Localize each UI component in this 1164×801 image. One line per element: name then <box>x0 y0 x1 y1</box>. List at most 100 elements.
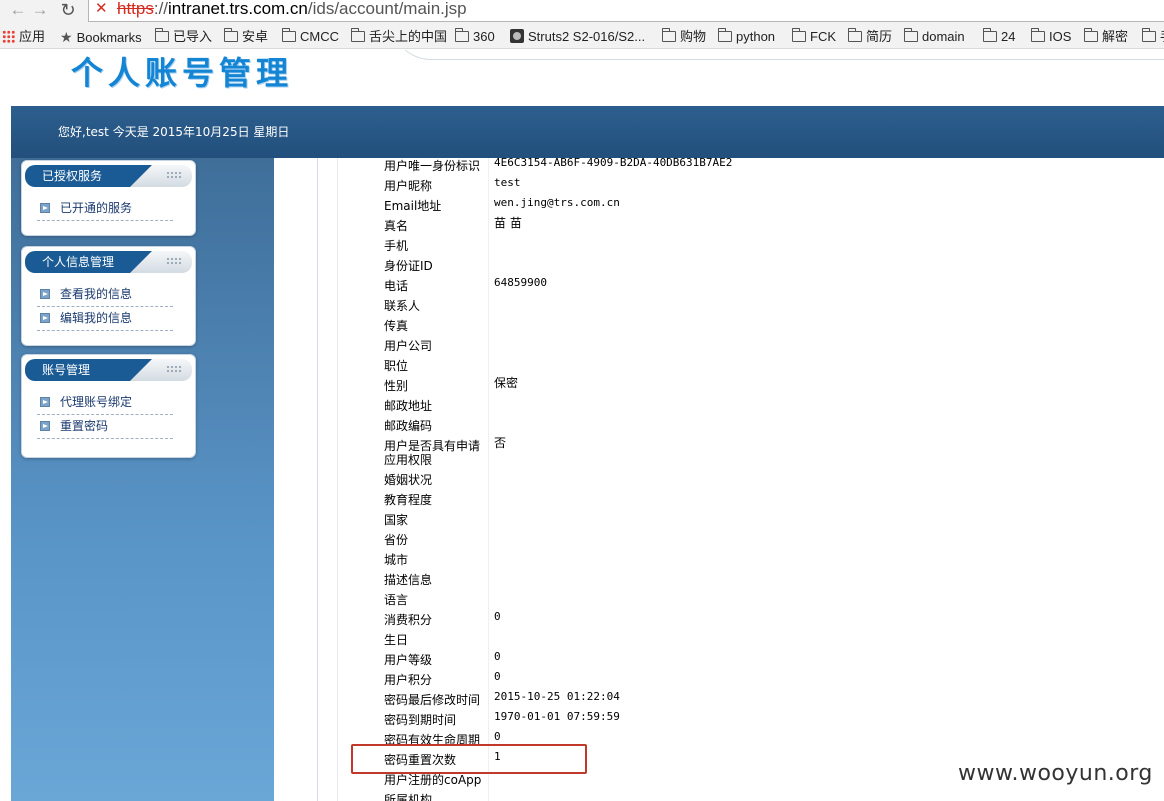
info-label: 职位 <box>384 359 484 373</box>
bookmark-item[interactable]: Struts2 S2-016/S2... <box>510 28 645 46</box>
info-label: 所属机构 <box>384 793 484 801</box>
back-arrow-icon[interactable]: ← <box>8 0 28 22</box>
info-label: 用户积分 <box>384 673 484 687</box>
info-label: 用户是否具有申请 应用权限 <box>384 439 484 467</box>
bookmark-item[interactable]: 购物 <box>661 28 706 46</box>
info-label-line: 性别 <box>384 379 409 393</box>
bookmark-item[interactable]: python <box>717 28 776 46</box>
sidebar-item[interactable]: 查看我的信息 <box>37 283 173 307</box>
bookmark-label: 24 <box>1001 29 1016 44</box>
folder-icon <box>661 28 676 42</box>
insecure-lock-icon: ✕ <box>95 0 108 17</box>
bookmark-item[interactable]: domain <box>903 28 965 46</box>
info-label: 用户注册的coApp <box>384 773 484 787</box>
sidebar-item-label: 查看我的信息 <box>60 287 133 301</box>
url-input[interactable]: ✕ https://intranet.trs.com.cn/ids/accoun… <box>88 0 1164 22</box>
info-label: 教育程度 <box>384 493 484 507</box>
folder-icon <box>223 28 238 42</box>
info-row: 语言 <box>384 593 884 613</box>
folder-icon <box>454 28 469 42</box>
star-icon: ★ <box>60 29 73 45</box>
info-label: 密码最后修改时间 <box>384 693 484 707</box>
info-label: 手机 <box>384 239 484 253</box>
info-label-line: 电话 <box>384 279 409 293</box>
info-label: 真名 <box>384 219 484 233</box>
info-label: 省份 <box>384 533 484 547</box>
bookmark-item[interactable]: CMCC <box>281 28 339 46</box>
sidebar-item[interactable]: 已开通的服务 <box>37 197 173 221</box>
bookmark-item[interactable]: 舌尖上的中国 <box>350 28 447 46</box>
info-label-line: 省份 <box>384 533 409 547</box>
bookmark-item[interactable]: 已导入 <box>154 28 212 46</box>
info-label: 密码到期时间 <box>384 713 484 727</box>
grip-dots-icon <box>166 171 182 179</box>
info-row: 生日 <box>384 633 884 653</box>
sidebar-item[interactable]: 代理账号绑定 <box>37 391 173 415</box>
info-row: 描述信息 <box>384 573 884 593</box>
bookmark-item[interactable]: 安卓 <box>223 28 268 46</box>
info-value: 1970-01-01 07:59:59 <box>494 710 620 723</box>
reload-icon[interactable]: ↻ <box>58 0 78 22</box>
main-content: 用户唯一身份标识 4E6C3154-AB6F-4909-B2DA-40DB631B… <box>274 158 1164 801</box>
bookmark-item[interactable]: 应用 <box>2 28 45 46</box>
info-label: 用户等级 <box>384 653 484 667</box>
folder-icon <box>717 28 732 42</box>
bookmark-item[interactable]: 简历 <box>847 28 892 46</box>
info-label-line: 密码到期时间 <box>384 713 457 727</box>
forward-arrow-icon[interactable]: → <box>30 0 50 22</box>
info-label: 国家 <box>384 513 484 527</box>
bookmark-item[interactable]: 解密 <box>1083 28 1128 46</box>
greeting-date: 今天是 2015年10月25日 星期日 <box>112 125 290 139</box>
panel-items: 已开通的服务 <box>22 189 195 221</box>
info-value: 0 <box>494 730 501 743</box>
info-row: 电话 64859900 <box>384 276 884 299</box>
bookmark-item[interactable]: FCK <box>791 28 836 46</box>
url-separator: :// <box>153 0 169 18</box>
page-title: 个人账号管理 <box>71 54 294 92</box>
bookmark-item[interactable]: 360 <box>454 28 495 46</box>
info-label: 婚姻状况 <box>384 473 484 487</box>
bookmark-item[interactable]: 24 <box>982 28 1016 46</box>
info-label-line: 应用权限 <box>384 453 433 467</box>
bookmark-label: Struts2 S2-016/S2... <box>528 29 646 44</box>
info-value: test <box>494 176 521 189</box>
folder-icon <box>791 28 806 42</box>
grip-dots-icon <box>166 365 182 373</box>
info-label: 用户唯一身份标识 <box>384 159 484 173</box>
info-label-line: 所属机构 <box>384 793 433 801</box>
info-row: 邮政地址 <box>384 399 884 419</box>
info-value: 保密 <box>494 376 519 390</box>
greeting-user: 您好,test <box>58 125 113 139</box>
sidebar-item[interactable]: 编辑我的信息 <box>37 307 173 331</box>
info-row: 密码到期时间 1970-01-01 07:59:59 <box>384 710 884 733</box>
info-label-line: 语言 <box>384 593 409 607</box>
info-label-line: 用户公司 <box>384 339 433 353</box>
bookmark-item[interactable]: IOS <box>1030 28 1071 46</box>
info-row: 邮政编码 <box>384 419 884 439</box>
apps-grid-icon <box>2 30 15 43</box>
bookmark-item[interactable]: 手 <box>1141 28 1164 46</box>
watermark: www.wooyun.org <box>958 761 1153 786</box>
url-path: /ids/account/main.jsp <box>307 0 467 18</box>
address-bar-area: ← → ↻ ✕ https://intranet.trs.com.cn/ids/… <box>0 0 1164 24</box>
info-label-line: 用户等级 <box>384 653 433 667</box>
bookmark-label: Bookmarks <box>76 30 142 45</box>
info-row: 教育程度 <box>384 493 884 513</box>
info-row: 联系人 <box>384 299 884 319</box>
bookmark-item[interactable]: ★ Bookmarks <box>60 28 142 46</box>
info-row: 身份证ID <box>384 259 884 279</box>
info-label-line: 邮政编码 <box>384 419 433 433</box>
info-label-line: 婚姻状况 <box>384 473 433 487</box>
info-row: 用户注册的coApp <box>384 773 884 793</box>
info-label-line: 用户积分 <box>384 673 433 687</box>
info-label-line: 用户注册的coApp <box>384 773 482 787</box>
info-row: 国家 <box>384 513 884 533</box>
info-row: 手机 <box>384 239 884 259</box>
info-label-line: 职位 <box>384 359 409 373</box>
sidebar-item-label: 已开通的服务 <box>60 201 133 215</box>
info-label-line: 联系人 <box>384 299 421 313</box>
sidebar-item[interactable]: 重置密码 <box>37 415 173 439</box>
highlight-annotation <box>351 744 587 774</box>
folder-icon <box>1141 28 1156 42</box>
bookmark-label: python <box>736 29 776 44</box>
